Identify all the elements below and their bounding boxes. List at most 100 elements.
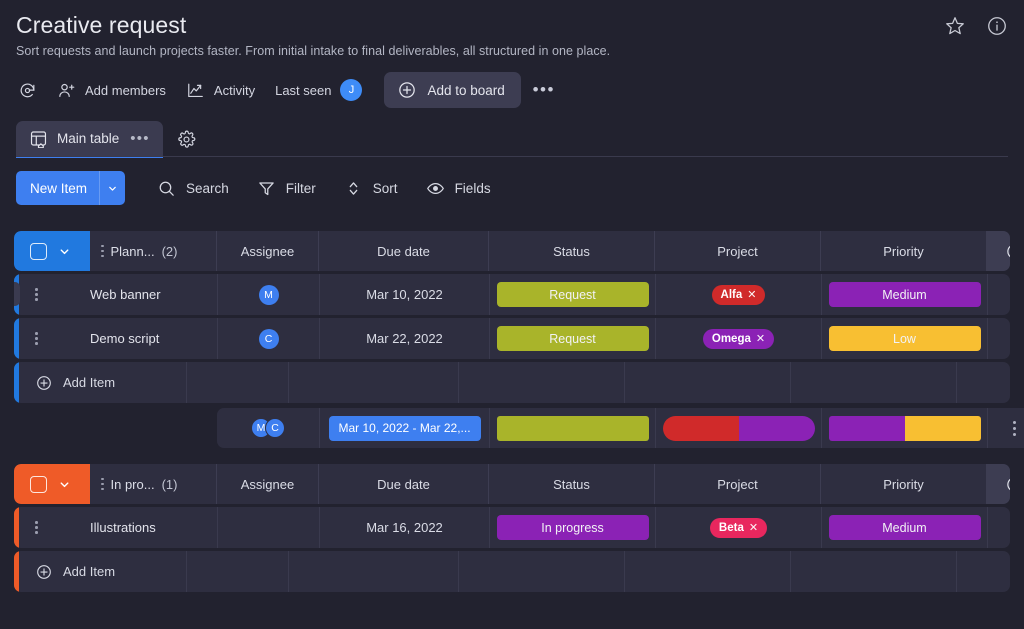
column-header-status[interactable]: Status (489, 464, 655, 504)
group-title[interactable]: In pro... (1) (90, 464, 217, 504)
column-header-project[interactable]: Project (655, 464, 821, 504)
avatar[interactable]: M (258, 284, 279, 305)
add-members-button[interactable]: Add members (47, 75, 176, 106)
plus-circle-icon (37, 375, 51, 390)
column-header-due-date[interactable]: Due date (319, 231, 489, 271)
refresh-activity-button[interactable] (16, 75, 47, 106)
row-name[interactable]: Illustrations (90, 507, 217, 548)
summary-menu-button[interactable] (987, 408, 1024, 448)
cell-assignee[interactable] (217, 507, 319, 548)
project-tag[interactable]: Alfa ✕ (711, 284, 766, 305)
close-icon[interactable]: ✕ (756, 332, 765, 345)
cell-project[interactable]: Beta ✕ (655, 507, 821, 548)
row-menu[interactable] (19, 274, 90, 315)
row-options-icon[interactable] (35, 521, 38, 534)
table-area: Plann... (2) Assignee Due date Status Pr… (0, 205, 1024, 592)
cell-spacer (987, 318, 1010, 359)
project-tag-label: Alfa (720, 288, 743, 301)
checkbox-icon[interactable] (30, 475, 47, 493)
info-icon[interactable] (986, 15, 1008, 37)
status-distribution-bar[interactable] (496, 415, 649, 441)
column-header-project[interactable]: Project (655, 231, 821, 271)
row-menu[interactable] (19, 507, 90, 548)
add-item-button[interactable]: Add Item (19, 362, 186, 403)
column-header-due-date[interactable]: Due date (319, 464, 489, 504)
project-distribution-bar[interactable] (662, 415, 815, 441)
add-column-button[interactable] (987, 464, 1010, 504)
table-row[interactable]: Web banner M Mar 10, 2022 Request Alfa ✕… (14, 274, 1010, 315)
cell-assignee[interactable]: C (217, 318, 319, 359)
column-header-priority[interactable]: Priority (821, 464, 987, 504)
vertical-dots-icon[interactable] (1013, 420, 1016, 436)
cell-due-date[interactable]: Mar 10, 2022 (319, 274, 489, 315)
group-select-toggle[interactable] (14, 464, 90, 504)
column-header-assignee[interactable]: Assignee (217, 231, 319, 271)
sort-button[interactable]: Sort (330, 172, 412, 205)
board-more-button[interactable]: ••• (529, 75, 559, 105)
priority-distribution-bar[interactable] (828, 415, 981, 441)
cell-priority[interactable]: Medium (821, 274, 987, 315)
summary-date-range[interactable]: Mar 10, 2022 - Mar 22,... (319, 408, 489, 448)
status-badge[interactable]: In progress (496, 515, 649, 540)
status-badge[interactable]: Request (496, 326, 649, 351)
drag-handle-icon[interactable] (101, 244, 104, 258)
star-icon[interactable] (944, 15, 966, 37)
priority-badge[interactable]: Medium (828, 282, 981, 307)
checkbox-icon[interactable] (30, 242, 47, 260)
column-header-priority[interactable]: Priority (821, 231, 987, 271)
add-item-button[interactable]: Add Item (19, 551, 186, 592)
filter-button[interactable]: Filter (243, 172, 330, 205)
group-name: Plann... (110, 243, 155, 259)
table-row[interactable]: Demo script C Mar 22, 2022 Request Omega… (14, 318, 1010, 359)
last-seen[interactable]: Last seen J (265, 73, 372, 107)
add-item-row[interactable]: Add Item (14, 362, 1010, 403)
cell-project[interactable]: Alfa ✕ (655, 274, 821, 315)
project-tag[interactable]: Beta ✕ (709, 517, 768, 538)
column-header-assignee[interactable]: Assignee (217, 464, 319, 504)
add-to-board-button[interactable]: Add to board (384, 72, 521, 108)
avatar[interactable]: C (258, 328, 279, 349)
cell-status[interactable]: Request (489, 274, 655, 315)
chevron-down-icon[interactable] (99, 171, 125, 205)
cell-priority[interactable]: Low (821, 318, 987, 359)
date-range-chip[interactable]: Mar 10, 2022 - Mar 22,... (328, 415, 481, 441)
priority-badge[interactable]: Low (828, 326, 981, 351)
tab-more-icon[interactable]: ••• (130, 130, 149, 147)
group-title[interactable]: Plann... (2) (90, 231, 217, 271)
gear-icon[interactable] (177, 130, 196, 149)
row-menu[interactable] (19, 318, 90, 359)
search-button[interactable]: Search (143, 172, 243, 205)
fields-button[interactable]: Fields (412, 172, 505, 205)
cell-assignee[interactable]: M (217, 274, 319, 315)
status-badge[interactable]: Request (496, 282, 649, 307)
tab-main-table[interactable]: Main table ••• (16, 121, 163, 158)
row-options-icon[interactable] (35, 332, 38, 345)
cell-status[interactable]: Request (489, 318, 655, 359)
row-drag-handle[interactable] (14, 282, 20, 306)
table-row[interactable]: Illustrations Mar 16, 2022 In progress B… (14, 507, 1010, 548)
close-icon[interactable]: ✕ (749, 521, 758, 534)
summary-status[interactable] (489, 408, 655, 448)
row-name[interactable]: Web banner (90, 274, 217, 315)
avatar[interactable]: J (340, 79, 363, 101)
add-column-button[interactable] (987, 231, 1010, 271)
group-select-toggle[interactable] (14, 231, 90, 271)
cell-due-date[interactable]: Mar 22, 2022 (319, 318, 489, 359)
activity-button[interactable]: Activity (176, 75, 265, 106)
page-subtitle: Sort requests and launch projects faster… (16, 44, 611, 58)
cell-status[interactable]: In progress (489, 507, 655, 548)
drag-handle-icon[interactable] (101, 477, 104, 491)
new-item-button[interactable]: New Item (16, 171, 126, 205)
cell-priority[interactable]: Medium (821, 507, 987, 548)
cell-project[interactable]: Omega ✕ (655, 318, 821, 359)
row-options-icon[interactable] (35, 288, 38, 301)
column-header-status[interactable]: Status (489, 231, 655, 271)
project-tag[interactable]: Omega ✕ (702, 328, 775, 349)
close-icon[interactable]: ✕ (747, 288, 756, 301)
summary-project[interactable] (655, 408, 821, 448)
priority-badge[interactable]: Medium (828, 515, 981, 540)
row-name[interactable]: Demo script (90, 318, 217, 359)
cell-due-date[interactable]: Mar 16, 2022 (319, 507, 489, 548)
summary-priority[interactable] (821, 408, 987, 448)
add-item-row[interactable]: Add Item (14, 551, 1010, 592)
